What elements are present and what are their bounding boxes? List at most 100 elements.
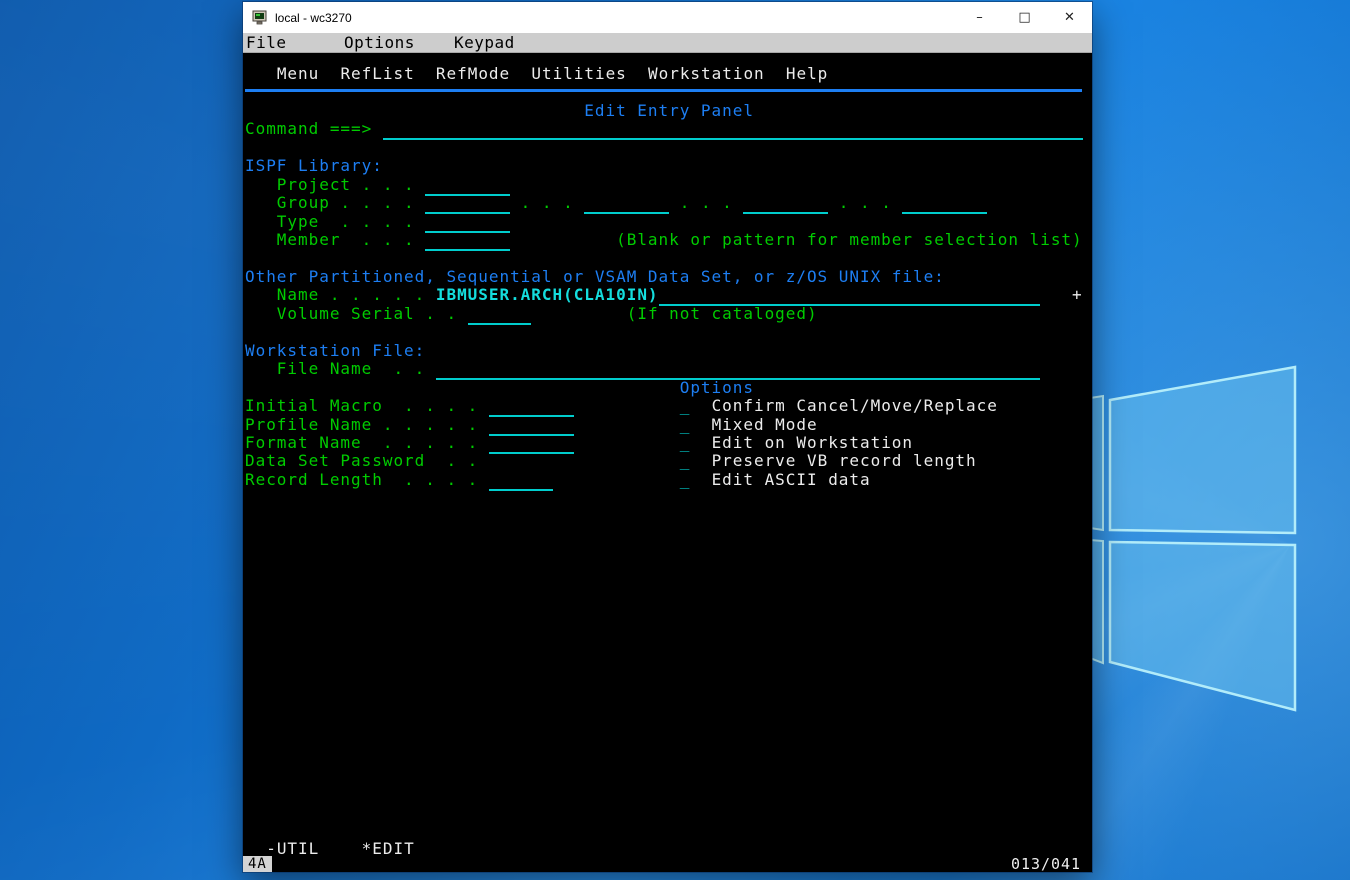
action-refmode[interactable]: RefMode — [436, 64, 510, 83]
option-preserve-vb-checkbox[interactable]: _ — [680, 451, 691, 470]
screen-row-1: Menu RefList RefMode Utilities Workstati… — [245, 65, 828, 84]
group-separator: . . . — [669, 193, 743, 212]
member-hint: (Blank or pattern for member selection l… — [616, 230, 1083, 249]
spacer — [510, 64, 531, 83]
group-label: Group . . . . — [245, 193, 425, 212]
action-bar-divider — [245, 89, 1082, 92]
spacer — [510, 230, 616, 249]
data-set-password-label: Data Set Password . . — [245, 451, 489, 470]
screen-row-2 — [245, 83, 1082, 102]
group-input-1[interactable] — [425, 193, 510, 214]
ispf-library-heading: ISPF Library: — [245, 156, 383, 175]
action-workstation[interactable]: Workstation — [648, 64, 765, 83]
spacer — [319, 839, 361, 858]
menubar-item-options[interactable]: Options — [344, 33, 415, 52]
panel-title: Edit Entry Panel — [584, 101, 754, 120]
menubar-item-keypad[interactable]: Keypad — [454, 33, 515, 52]
terminal-app-icon[interactable] — [252, 10, 268, 25]
record-length-input[interactable] — [489, 470, 553, 491]
group-separator: . . . — [828, 193, 902, 212]
action-utilities[interactable]: Utilities — [531, 64, 626, 83]
command-input[interactable] — [383, 119, 1083, 140]
screen-row-7: Project . . . — [245, 176, 510, 195]
volume-serial-label: Volume Serial . . — [245, 304, 468, 323]
spacer — [574, 415, 680, 434]
screen-row-22: Data Set Password . . _ Preserve VB reco… — [245, 452, 977, 471]
screen-row-12: Other Partitioned, Sequential or VSAM Da… — [245, 268, 945, 287]
spacer — [531, 304, 626, 323]
action-reflist[interactable]: RefList — [340, 64, 414, 83]
format-name-label: Format Name . . . . . — [245, 433, 489, 452]
spacer — [1040, 285, 1072, 304]
desktop: local - wc3270 – □ ✕ File Options Keypad… — [0, 0, 1350, 880]
spacer — [627, 64, 648, 83]
screen-row-20: Profile Name . . . . . _ Mixed Mode — [245, 416, 818, 435]
window-title: local - wc3270 — [275, 11, 957, 25]
spacer — [553, 470, 680, 489]
menubar: File Options Keypad — [243, 33, 1092, 53]
file-name-label: File Name . . — [245, 359, 436, 378]
close-button[interactable]: ✕ — [1047, 2, 1092, 33]
swapbar-edit[interactable]: *EDIT — [362, 839, 415, 858]
terminal-screen[interactable]: 4A 013/041 Menu RefList RefMode Utilitie… — [243, 53, 1092, 872]
group-separator: . . . — [510, 193, 584, 212]
initial-macro-label: Initial Macro . . . . — [245, 396, 489, 415]
screen-row-4: Command ===> — [245, 120, 1083, 139]
screen-row-6: ISPF Library: — [245, 157, 383, 176]
titlebar[interactable]: local - wc3270 – □ ✕ — [243, 2, 1092, 33]
initial-macro-input[interactable] — [489, 396, 574, 417]
option-edit-ascii-checkbox[interactable]: _ — [680, 470, 691, 489]
minimize-button[interactable]: – — [957, 2, 1002, 33]
option-preserve-vb-label: Preserve VB record length — [712, 451, 977, 470]
maximize-button[interactable]: □ — [1002, 2, 1047, 33]
screen-row-43: -UTIL *EDIT — [245, 840, 415, 859]
command-label: Command ===> — [245, 119, 383, 138]
option-edit-ascii-label: Edit ASCII data — [712, 470, 871, 489]
wc3270-window: local - wc3270 – □ ✕ File Options Keypad… — [243, 2, 1092, 872]
group-input-2[interactable] — [584, 193, 669, 214]
member-input[interactable] — [425, 230, 510, 251]
spacer — [245, 101, 584, 120]
option-mixed-mode-checkbox[interactable]: _ — [680, 415, 691, 434]
workstation-file-heading: Workstation File: — [245, 341, 425, 360]
spacer — [415, 64, 436, 83]
spacer — [690, 433, 711, 452]
name-label: Name . . . . . — [245, 285, 436, 304]
spacer — [245, 378, 680, 397]
screen-row-14: Volume Serial . . (If not cataloged) — [245, 305, 818, 324]
window-controls: – □ ✕ — [957, 2, 1092, 33]
screen-row-19: Initial Macro . . . . _ Confirm Cancel/M… — [245, 397, 998, 416]
action-help[interactable]: Help — [786, 64, 828, 83]
volume-serial-input[interactable] — [468, 304, 532, 325]
swapbar-util[interactable]: -UTIL — [266, 839, 319, 858]
option-confirm-checkbox[interactable]: _ — [680, 396, 691, 415]
spacer — [690, 451, 711, 470]
screen-row-8: Group . . . . . . . . . . . . . — [245, 194, 987, 213]
spacer — [690, 396, 711, 415]
type-label: Type . . . . — [245, 212, 425, 231]
dataset-name-value[interactable]: IBMUSER.ARCH(CLA10IN) — [436, 285, 659, 304]
spacer — [574, 396, 680, 415]
profile-name-label: Profile Name . . . . . — [245, 415, 489, 434]
menubar-item-file[interactable]: File — [246, 33, 287, 52]
spacer — [245, 839, 266, 858]
spacer — [574, 433, 680, 452]
oia-cursor-position: 013/041 — [1011, 856, 1081, 872]
screen-row-18: Options — [245, 379, 754, 398]
options-heading: Options — [680, 378, 754, 397]
screen-row-23: Record Length . . . . _ Edit ASCII data — [245, 471, 871, 490]
spacer — [245, 64, 277, 83]
spacer — [319, 64, 340, 83]
expand-indicator: + — [1072, 285, 1083, 304]
group-input-3[interactable] — [743, 193, 828, 214]
action-menu[interactable]: Menu — [277, 64, 319, 83]
windows-logo — [1090, 355, 1350, 727]
screen-row-3: Edit Entry Panel — [245, 102, 754, 121]
group-input-4[interactable] — [902, 193, 987, 214]
option-edit-workstation-checkbox[interactable]: _ — [680, 433, 691, 452]
project-label: Project . . . — [245, 175, 425, 194]
option-edit-workstation-label: Edit on Workstation — [712, 433, 913, 452]
record-length-label: Record Length . . . . — [245, 470, 489, 489]
volume-serial-hint: (If not cataloged) — [627, 304, 818, 323]
screen-row-17: File Name . . — [245, 360, 1040, 379]
